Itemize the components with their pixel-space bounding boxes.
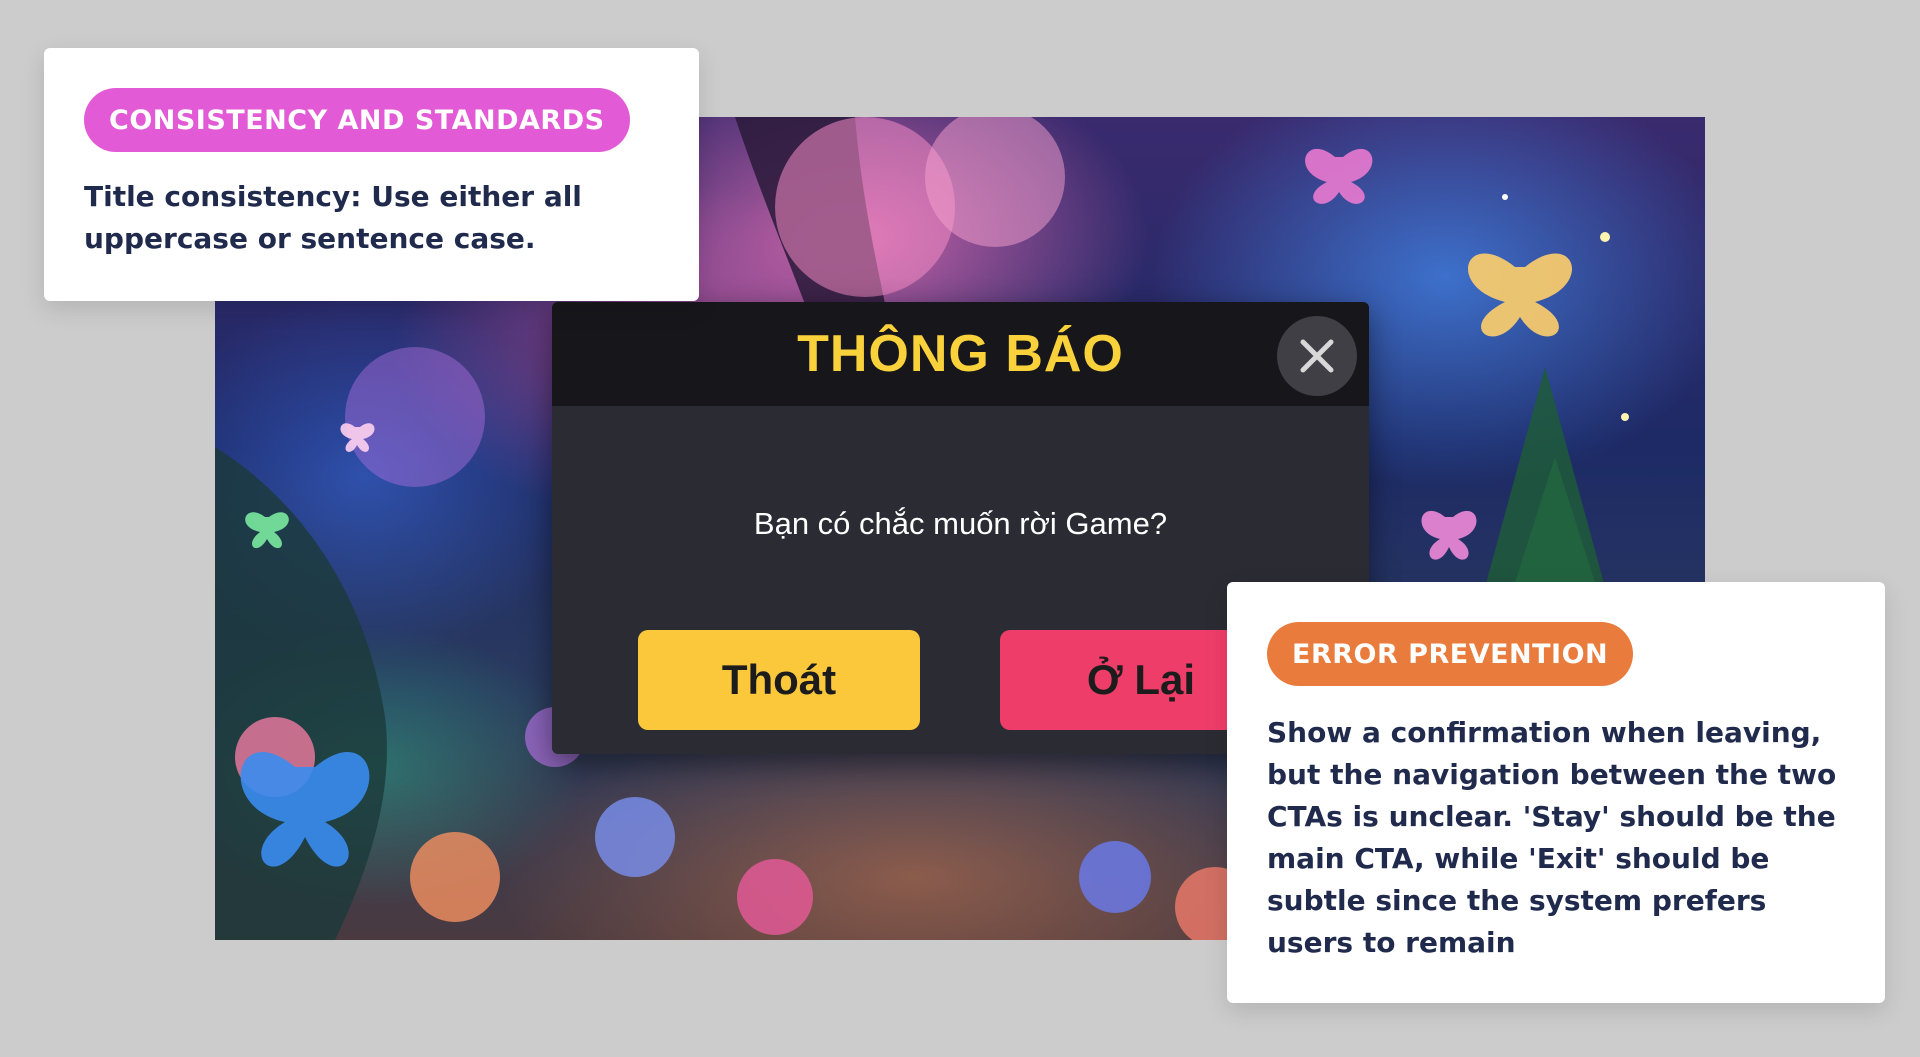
close-icon	[1300, 339, 1334, 373]
dialog-title: THÔNG BÁO	[797, 325, 1124, 383]
error-prevention-badge: ERROR PREVENTION	[1267, 622, 1634, 686]
consistency-annotation-card: CONSISTENCY AND STANDARDS Title consiste…	[44, 48, 699, 301]
dialog-message: Bạn có chắc muốn rời Game?	[753, 506, 1168, 541]
exit-button[interactable]: Thoát	[638, 630, 920, 730]
error-prevention-note: Show a confirmation when leaving, but th…	[1267, 716, 1837, 959]
error-prevention-annotation-card: ERROR PREVENTION Show a confirmation whe…	[1227, 582, 1885, 1003]
close-button[interactable]	[1277, 316, 1357, 396]
consistency-badge: CONSISTENCY AND STANDARDS	[84, 88, 630, 152]
consistency-note: Title consistency: Use either all upperc…	[84, 180, 582, 255]
dialog-header: THÔNG BÁO	[552, 302, 1369, 406]
